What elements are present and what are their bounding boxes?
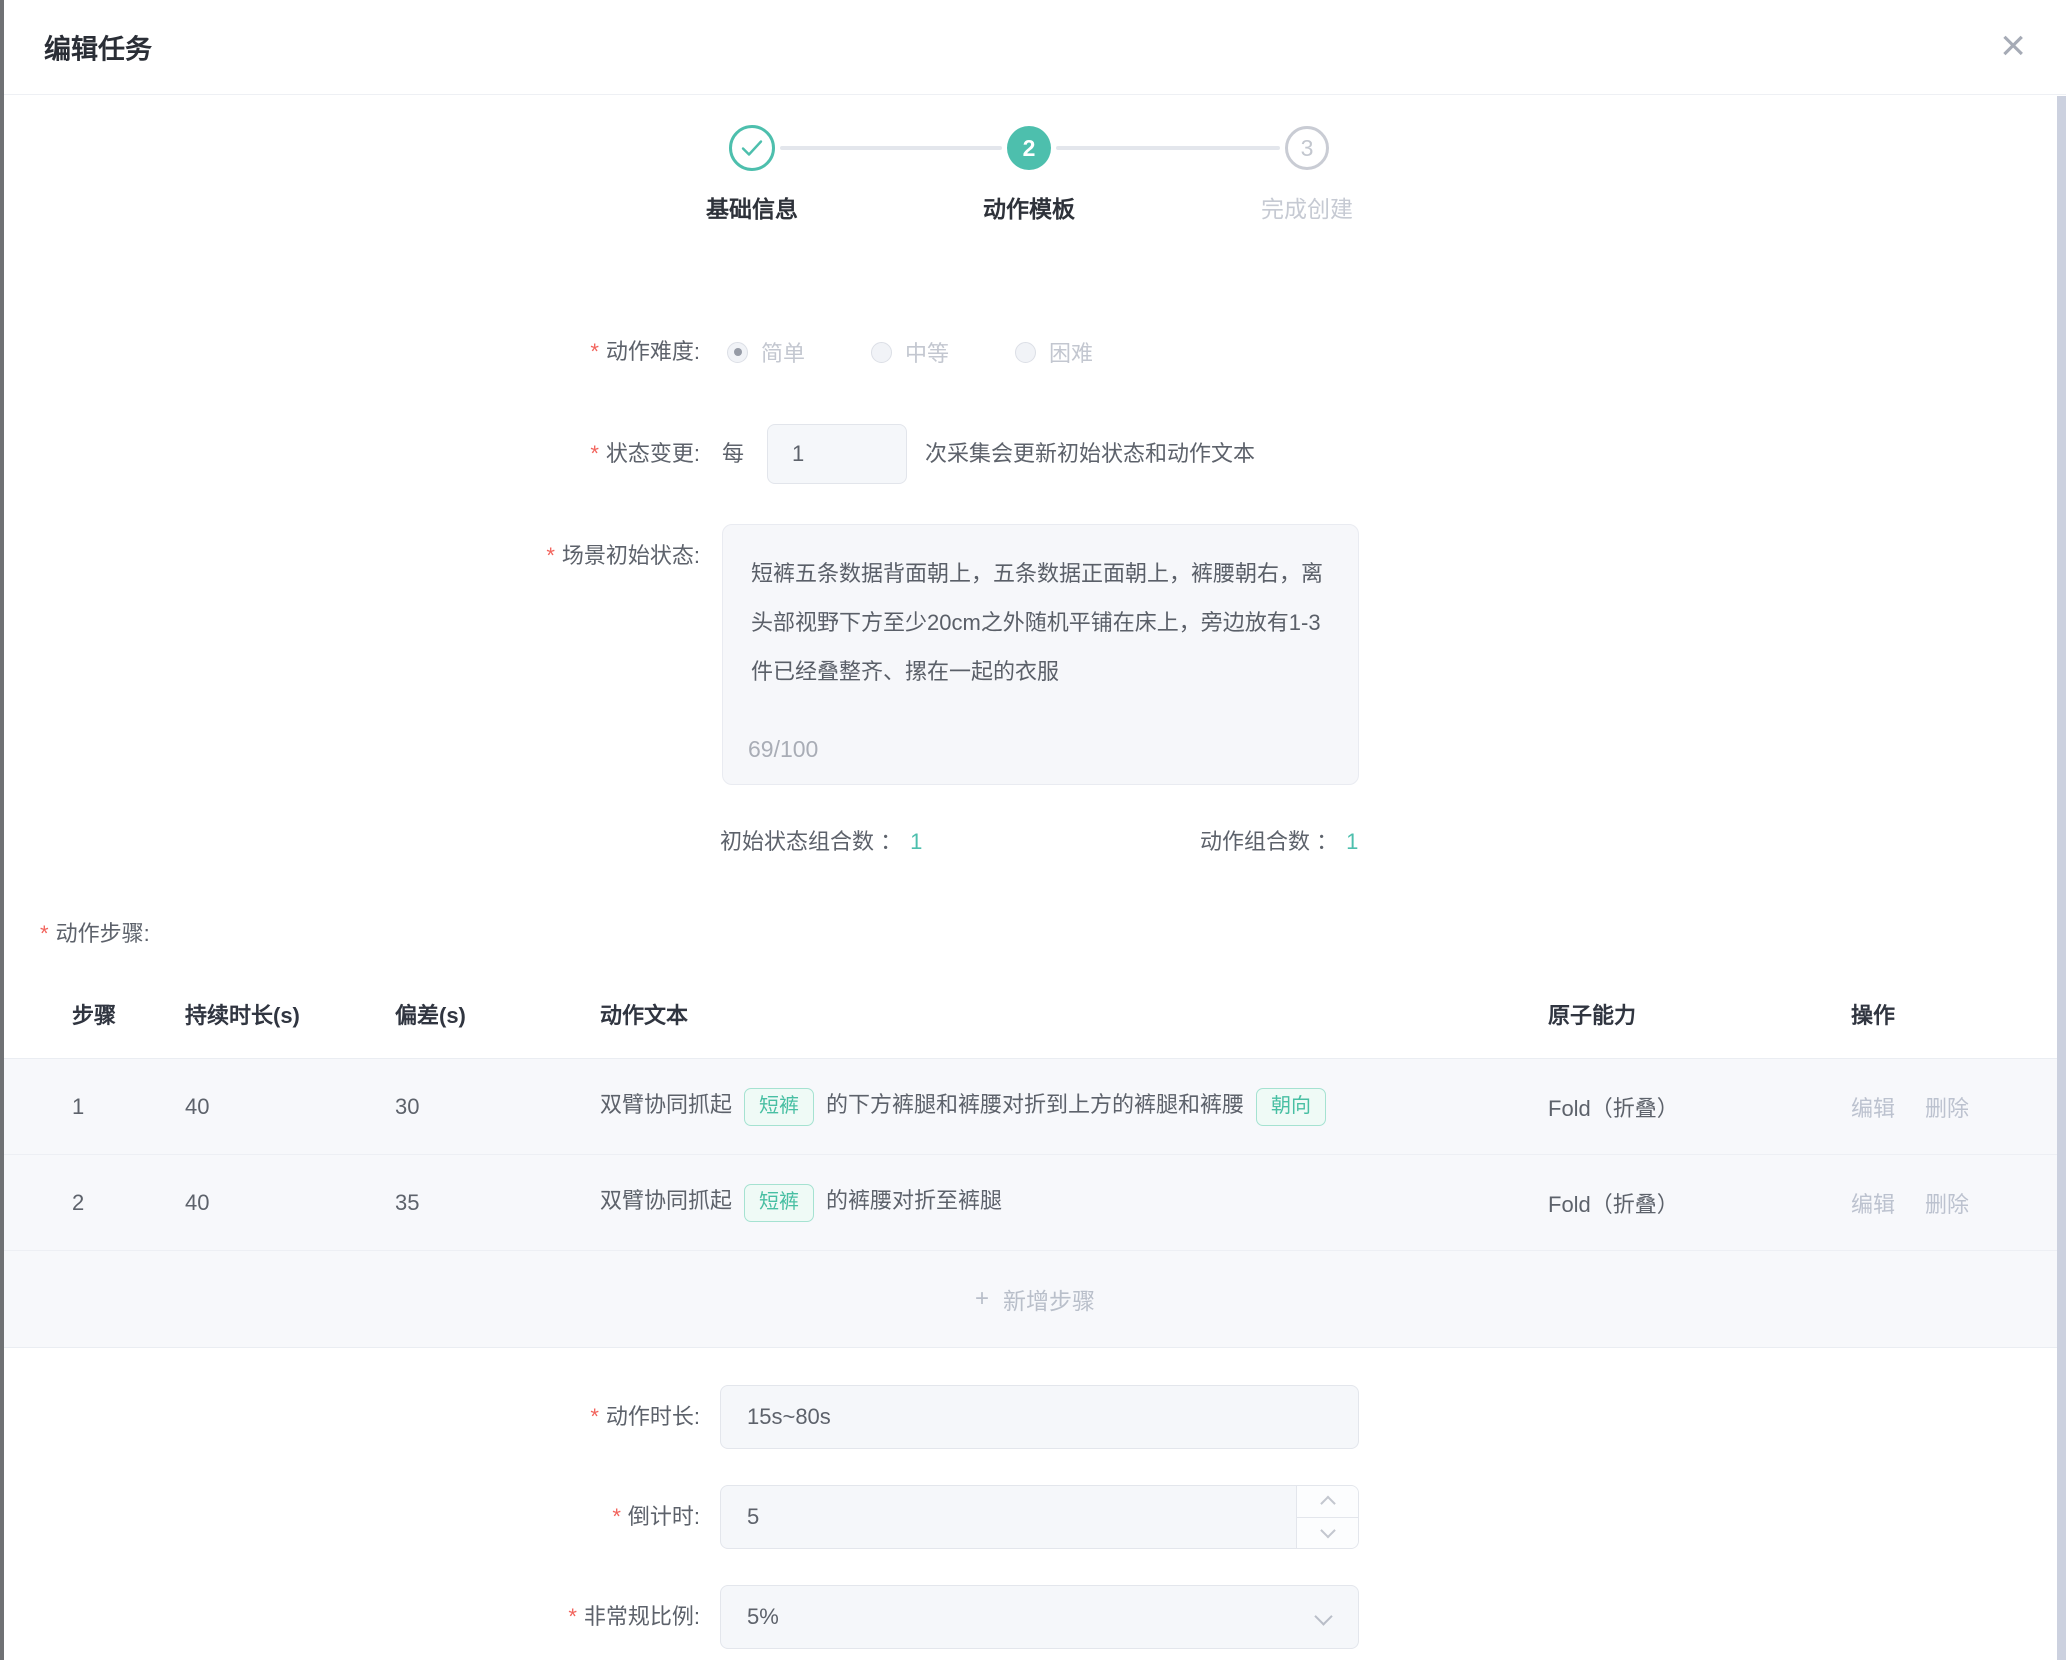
required-mark: * xyxy=(612,1504,621,1529)
radio-icon-easy[interactable] xyxy=(727,342,748,363)
close-icon[interactable]: × xyxy=(2000,24,2026,68)
col-header-operations: 操作 xyxy=(1851,998,2066,1030)
table-row: 1 40 30 双臂协同抓起短裤的下方裤腿和裤腰对折到上方的裤腿和裤腰朝向 Fo… xyxy=(4,1059,2066,1155)
chevron-down-icon xyxy=(1314,1607,1332,1625)
cell-step: 2 xyxy=(72,1190,185,1216)
stepper-connector-1 xyxy=(780,146,1002,150)
cell-operations: 编辑 删除 xyxy=(1851,1187,2066,1219)
action-combo-value: 1 xyxy=(1346,829,1358,854)
cell-action-text: 双臂协同抓起短裤的裤腰对折至裤腿 xyxy=(600,1183,1548,1221)
edit-button[interactable]: 编辑 xyxy=(1851,1091,1895,1123)
cell-operations: 编辑 删除 xyxy=(1851,1091,2066,1123)
add-step-button[interactable]: + 新增步骤 xyxy=(4,1251,2066,1346)
radio-label-medium: 中等 xyxy=(905,336,949,368)
step-2-circle: 2 xyxy=(1007,126,1051,170)
unusual-ratio-value: 5% xyxy=(747,1604,779,1629)
cell-duration: 40 xyxy=(185,1094,395,1120)
col-header-duration: 持续时长(s) xyxy=(185,998,395,1030)
col-header-ability: 原子能力 xyxy=(1548,998,1851,1030)
radio-label-hard: 困难 xyxy=(1049,336,1093,368)
radio-icon-hard[interactable] xyxy=(1015,342,1036,363)
chevron-up-icon xyxy=(1320,1496,1336,1512)
direction-tag: 朝向 xyxy=(1256,1088,1326,1126)
required-mark: * xyxy=(590,441,599,466)
check-icon xyxy=(741,139,763,157)
step-1-circle xyxy=(729,125,775,171)
countdown-number-input xyxy=(720,1485,1359,1549)
action-steps-label: 动作步骤: xyxy=(56,921,150,946)
table-row: 2 40 35 双臂协同抓起短裤的裤腰对折至裤腿 Fold（折叠） 编辑 删除 xyxy=(4,1155,2066,1251)
chevron-down-icon xyxy=(1320,1523,1336,1539)
step-3-label: 完成创建 xyxy=(1187,190,1427,224)
step-2-label: 动作模板 xyxy=(909,190,1149,224)
decrease-button[interactable] xyxy=(1297,1517,1358,1549)
state-change-prefix: 每 xyxy=(722,424,744,484)
stepper-connector-2 xyxy=(1056,146,1280,150)
cell-action-text: 双臂协同抓起短裤的下方裤腿和裤腰对折到上方的裤腿和裤腰朝向 xyxy=(600,1087,1548,1125)
cell-step: 1 xyxy=(72,1094,185,1120)
dialog-header: 编辑任务 × xyxy=(4,0,2066,95)
dialog-title: 编辑任务 xyxy=(44,28,152,67)
increase-button[interactable] xyxy=(1297,1486,1358,1517)
backdrop-edge xyxy=(0,0,4,1660)
state-change-label: 状态变更: xyxy=(606,441,700,466)
required-mark: * xyxy=(590,339,599,364)
action-duration-input[interactable] xyxy=(720,1385,1359,1449)
radio-option-easy[interactable]: 简单 xyxy=(727,336,805,368)
action-steps-section: * 动作步骤: xyxy=(4,918,2066,950)
col-header-deviation: 偏差(s) xyxy=(395,998,600,1030)
initial-state-row: *场景初始状态: 短裤五条数据背面朝上，五条数据正面朝上，裤腰朝右，离头部视野下… xyxy=(4,524,2066,785)
initial-combo-label: 初始状态组合数 ： xyxy=(720,829,902,854)
delete-button[interactable]: 删除 xyxy=(1925,1187,1969,1219)
combo-counts-row: 初始状态组合数 ： 1 动作组合数 ： 1 xyxy=(4,826,2066,858)
radio-label-easy: 简单 xyxy=(761,336,805,368)
required-mark: * xyxy=(40,921,49,946)
countdown-input[interactable] xyxy=(720,1485,1359,1549)
countdown-spinner xyxy=(1296,1486,1358,1548)
garment-tag: 短裤 xyxy=(744,1184,814,1222)
edit-button[interactable]: 编辑 xyxy=(1851,1187,1895,1219)
state-change-row: * 状态变更: 每 次采集会更新初始状态和动作文本 xyxy=(4,424,2066,484)
radio-icon-medium[interactable] xyxy=(871,342,892,363)
step-3-number: 3 xyxy=(1301,135,1314,162)
radio-option-hard[interactable]: 困难 xyxy=(1015,336,1093,368)
state-change-suffix: 次采集会更新初始状态和动作文本 xyxy=(925,424,1255,484)
add-step-label: 新增步骤 xyxy=(1003,1282,1095,1316)
cell-duration: 40 xyxy=(185,1190,395,1216)
dialog-scrollbar[interactable] xyxy=(2057,96,2066,1660)
cell-deviation: 30 xyxy=(395,1094,600,1120)
unusual-ratio-row: * 非常规比例: 5% xyxy=(4,1585,2066,1649)
step-1-label: 基础信息 xyxy=(632,190,872,224)
garment-tag: 短裤 xyxy=(744,1088,814,1126)
initial-state-label: 场景初始状态: xyxy=(562,543,700,568)
unusual-ratio-select[interactable]: 5% xyxy=(720,1585,1359,1649)
difficulty-radio-group: 简单 中等 困难 xyxy=(727,330,1159,374)
countdown-row: * 倒计时: xyxy=(4,1485,2066,1549)
required-mark: * xyxy=(590,1404,599,1429)
cell-ability: Fold（折叠） xyxy=(1548,1187,1851,1219)
countdown-label: 倒计时: xyxy=(628,1504,700,1529)
unusual-ratio-label: 非常规比例: xyxy=(584,1604,700,1629)
action-duration-label: 动作时长: xyxy=(606,1404,700,1429)
steps-table-header: 步骤 持续时长(s) 偏差(s) 动作文本 原子能力 操作 xyxy=(4,985,2066,1043)
delete-button[interactable]: 删除 xyxy=(1925,1091,1969,1123)
required-mark: * xyxy=(568,1604,577,1629)
col-header-step: 步骤 xyxy=(72,998,185,1030)
cell-deviation: 35 xyxy=(395,1190,600,1216)
radio-option-medium[interactable]: 中等 xyxy=(871,336,949,368)
initial-combo-value: 1 xyxy=(910,829,922,854)
action-combo-label: 动作组合数 ： xyxy=(1200,829,1338,854)
action-duration-row: * 动作时长: xyxy=(4,1385,2066,1449)
plus-icon: + xyxy=(975,1285,989,1313)
difficulty-row: * 动作难度: 简单 中等 困难 xyxy=(4,330,2066,374)
difficulty-label: 动作难度: xyxy=(606,339,700,364)
state-change-input[interactable] xyxy=(767,424,907,484)
steps-table-body: 1 40 30 双臂协同抓起短裤的下方裤腿和裤腰对折到上方的裤腿和裤腰朝向 Fo… xyxy=(4,1058,2066,1348)
step-3-circle: 3 xyxy=(1285,126,1329,170)
col-header-action-text: 动作文本 xyxy=(600,998,1548,1030)
char-counter: 69/100 xyxy=(748,736,818,763)
required-mark: * xyxy=(546,543,555,568)
cell-ability: Fold（折叠） xyxy=(1548,1091,1851,1123)
step-2-number: 2 xyxy=(1023,135,1036,162)
